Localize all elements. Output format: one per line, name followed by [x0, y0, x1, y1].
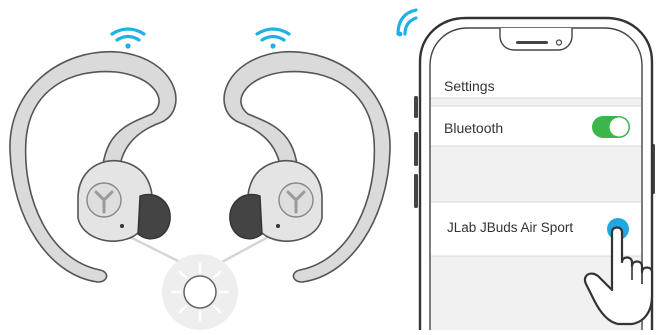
jlab-logo-icon: [86, 182, 122, 218]
list-gap: [431, 146, 641, 202]
signal-icon: [396, 8, 418, 37]
led-light-icon: [162, 254, 238, 330]
separator-band: [431, 98, 641, 106]
wifi-signal-icon: [110, 27, 146, 49]
illustration-canvas: [9, 8, 655, 335]
jlab-logo-icon: [278, 182, 314, 218]
bluetooth-label: Bluetooth: [444, 120, 504, 136]
device-list-item[interactable]: JLab JBuds Air Sport: [447, 220, 573, 235]
wifi-signal-icon: [255, 27, 291, 49]
left-ear-tip: [137, 193, 171, 240]
bluetooth-toggle[interactable]: [592, 116, 630, 138]
settings-title: Settings: [444, 78, 495, 94]
pairing-illustration: Settings Bluetooth JLab JBuds Air Sport: [0, 0, 664, 335]
right-ear-tip: [229, 193, 263, 240]
